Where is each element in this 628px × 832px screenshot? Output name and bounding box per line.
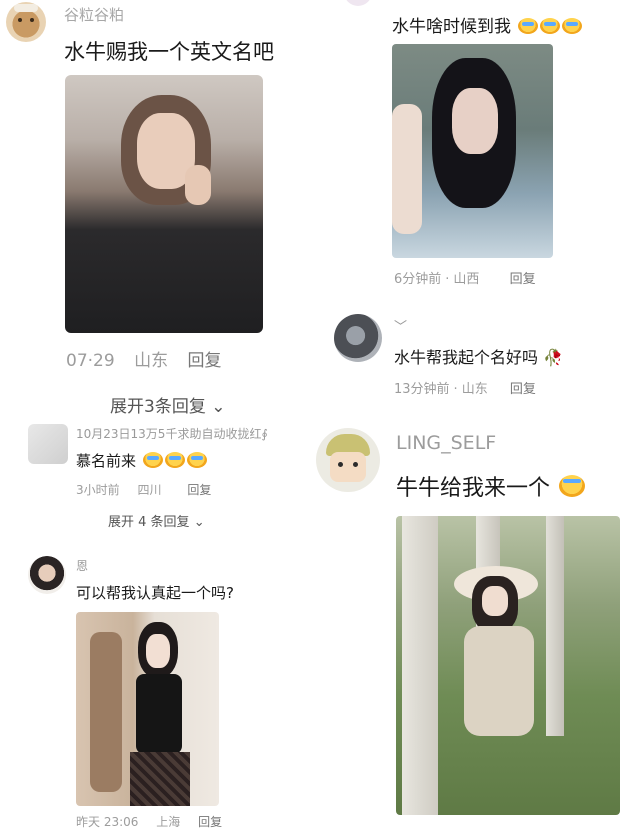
- comment-location: 上海: [156, 815, 181, 829]
- reply-button[interactable]: 回复: [187, 483, 211, 497]
- emoji-icon: [186, 452, 207, 468]
- emoji-icon: [164, 452, 185, 468]
- comment-location: 四川: [137, 483, 162, 497]
- expand-replies-label: 展开 4 条回复: [108, 515, 190, 530]
- comment-photo[interactable]: [76, 612, 219, 806]
- emoji-icon: [562, 18, 583, 34]
- comment-meta: 07·29 山东 回复: [66, 346, 235, 371]
- comment-date: 13分钟前: [394, 382, 450, 397]
- avatar[interactable]: [28, 424, 68, 464]
- emoji-icon: [559, 475, 586, 497]
- comment-text: 慕名前来: [76, 450, 207, 471]
- comment-text: 可以帮我认真起一个吗?: [76, 584, 234, 602]
- comment-meta: 13分钟前 · 山东 回复: [394, 382, 536, 397]
- comment-text-label: 牛牛给我来一个: [396, 476, 551, 501]
- comment-text-label: 慕名前来: [76, 452, 137, 470]
- username[interactable]: ﹀: [394, 316, 407, 335]
- comment-text-label: 水牛帮我起个名好吗: [394, 348, 539, 367]
- reply-button[interactable]: 回复: [510, 272, 536, 287]
- comment-photo[interactable]: [396, 516, 620, 815]
- emoji-icon: [540, 18, 561, 34]
- comment-text: 水牛帮我起个名好吗 🥀: [394, 344, 563, 368]
- username[interactable]: 恩: [76, 557, 88, 574]
- chevron-down-icon: ⌄: [211, 397, 226, 417]
- rose-icon: 🥀: [543, 348, 564, 367]
- comment-meta: 昨天 23:06 上海 回复: [76, 813, 236, 830]
- comment-location: 山东: [461, 382, 488, 397]
- expand-replies-button[interactable]: 展开3条回复 ⌄: [110, 392, 225, 417]
- comment-meta: 3小时前 四川 回复: [76, 481, 225, 498]
- emoji-icon: [142, 452, 163, 468]
- reply-button[interactable]: 回复: [510, 382, 536, 397]
- username[interactable]: 10月23日13万5千求助自动收拢红∮: [76, 425, 268, 442]
- username[interactable]: LING_SELF: [396, 432, 496, 454]
- avatar[interactable]: [316, 428, 380, 492]
- comment-date: 3小时前: [76, 483, 120, 497]
- avatar[interactable]: [6, 2, 46, 42]
- avatar[interactable]: [344, 0, 372, 6]
- emoji-icon: [518, 18, 539, 34]
- comment-location: 山东: [134, 351, 169, 371]
- comment-text-label: 水牛啥时候到我: [392, 17, 511, 37]
- comment-date: 6分钟前: [394, 272, 442, 287]
- expand-replies-label: 展开3条回复: [110, 397, 206, 417]
- reply-button[interactable]: 回复: [198, 815, 222, 829]
- avatar[interactable]: [334, 314, 382, 362]
- expand-replies-button[interactable]: 展开 4 条回复 ⌄: [108, 511, 205, 530]
- comment-location: 山西: [453, 272, 480, 287]
- comment-photo[interactable]: [392, 44, 553, 258]
- avatar[interactable]: [28, 556, 66, 594]
- comment-text: 水牛赐我一个英文名吧: [64, 40, 274, 64]
- username[interactable]: 谷粒谷粕: [64, 4, 124, 25]
- comment-photo[interactable]: [65, 75, 263, 333]
- comment-text: 牛牛给我来一个: [396, 470, 586, 502]
- comment-date: 昨天 23:06: [76, 815, 139, 829]
- chevron-down-icon: ⌄: [193, 515, 205, 530]
- comment-meta: 6分钟前 · 山西 回复: [394, 272, 536, 287]
- comment-text: 水牛啥时候到我: [392, 12, 583, 37]
- reply-button[interactable]: 回复: [187, 351, 221, 371]
- comment-date: 07·29: [66, 351, 115, 371]
